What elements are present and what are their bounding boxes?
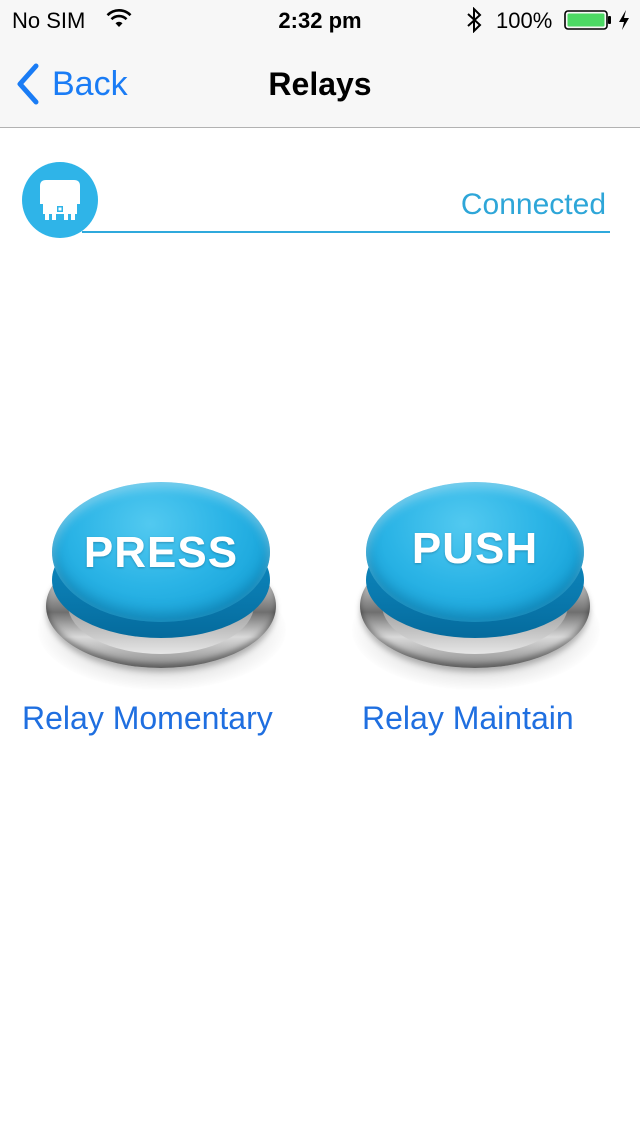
status-bar: No SIM 2:32 pm 100%	[0, 0, 640, 40]
connection-status: Connected	[460, 188, 606, 221]
back-button[interactable]: Back	[14, 60, 128, 108]
charging-icon	[619, 10, 629, 30]
battery-percent: 100%	[496, 8, 553, 33]
relay-momentary-caption[interactable]: Relay Momentary	[22, 700, 273, 737]
button-cap	[52, 482, 270, 622]
back-label: Back	[52, 64, 128, 103]
relay-maintain-button[interactable]: PUSH	[350, 482, 602, 702]
button-cap	[366, 482, 584, 622]
chevron-left-icon	[17, 63, 39, 105]
relay-momentary-button[interactable]: PRESS	[36, 482, 288, 702]
navigation-bar: Back Relays	[0, 40, 640, 128]
carrier-label: No SIM	[12, 8, 86, 33]
divider	[82, 231, 610, 233]
relay-device-icon	[22, 162, 98, 238]
bluetooth-icon	[467, 7, 482, 33]
battery-icon	[564, 10, 611, 30]
relay-maintain-caption[interactable]: Relay Maintain	[362, 700, 574, 737]
device-connection-row: Connected	[22, 162, 610, 238]
wifi-icon	[106, 9, 132, 27]
